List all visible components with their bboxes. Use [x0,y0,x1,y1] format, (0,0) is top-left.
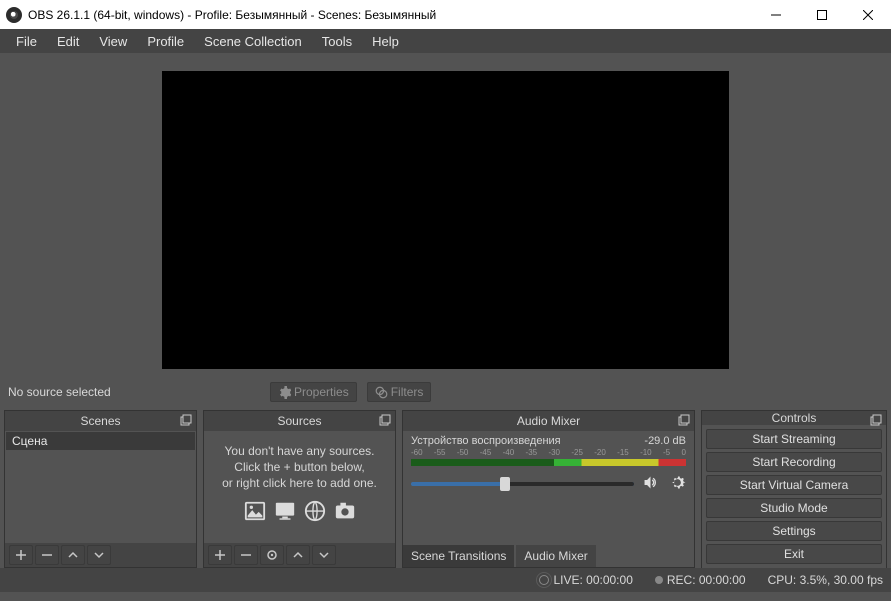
start-streaming-button[interactable]: Start Streaming [706,429,882,449]
gear-icon[interactable] [669,474,686,494]
popout-icon[interactable] [870,414,882,426]
scene-up-button[interactable] [61,545,85,565]
popout-icon[interactable] [379,414,391,426]
status-bar: LIVE: 00:00:00 REC: 00:00:00 CPU: 3.5%, … [0,568,891,592]
sources-empty-line2: Click the + button below, [234,459,364,475]
globe-icon [303,500,327,522]
display-icon [273,500,297,522]
menu-tools[interactable]: Tools [312,34,362,49]
settings-button[interactable]: Settings [706,521,882,541]
source-empty-icons [243,500,357,522]
audio-mixer-dock: Audio Mixer Устройство воспроизведения -… [402,410,695,568]
scene-list-item[interactable]: Сцена [6,432,195,450]
speaker-icon[interactable] [642,474,659,494]
window-titlebar: OBS 26.1.1 (64-bit, windows) - Profile: … [0,0,891,29]
status-cpu: CPU: 3.5%, 30.00 fps [768,573,883,587]
sources-empty-line3: or right click here to add one. [222,475,377,491]
remove-scene-button[interactable] [35,545,59,565]
record-icon [655,576,663,584]
sources-dock: Sources You don't have any sources. Clic… [203,410,396,568]
filters-icon [375,386,388,399]
volume-slider[interactable] [411,482,634,486]
scenes-footer [5,543,196,567]
exit-button[interactable]: Exit [706,544,882,564]
sources-title: Sources [277,414,321,428]
controls-title: Controls [772,411,817,425]
mixer-header[interactable]: Audio Mixer [403,411,694,431]
tab-scene-transitions[interactable]: Scene Transitions [403,545,514,567]
mixer-title: Audio Mixer [517,414,580,428]
gear-icon [278,386,291,399]
filters-button[interactable]: Filters [367,382,432,402]
mixer-track-name: Устройство воспроизведения [411,435,561,447]
mixer-meter [411,459,686,466]
studio-mode-button[interactable]: Studio Mode [706,498,882,518]
preview-area [0,53,891,378]
filters-label: Filters [391,385,424,399]
start-virtual-camera-button[interactable]: Start Virtual Camera [706,475,882,495]
window-title: OBS 26.1.1 (64-bit, windows) - Profile: … [28,8,753,22]
mixer-scale: -60 -55 -50 -45 -40 -35 -30 -25 -20 -15 … [409,448,688,457]
app-icon [6,7,22,23]
image-icon [243,500,267,522]
scenes-title: Scenes [80,414,120,428]
source-toolbar: No source selected Properties Filters [0,378,891,406]
menu-view[interactable]: View [89,34,137,49]
close-button[interactable] [845,0,891,29]
menu-profile[interactable]: Profile [137,34,194,49]
sources-empty-line1: You don't have any sources. [225,443,375,459]
minimize-button[interactable] [753,0,799,29]
sources-footer [204,543,395,567]
add-scene-button[interactable] [9,545,33,565]
source-down-button[interactable] [312,545,336,565]
controls-header[interactable]: Controls [702,411,886,425]
status-rec: REC: 00:00:00 [655,573,746,587]
source-up-button[interactable] [286,545,310,565]
menu-bar: File Edit View Profile Scene Collection … [0,29,891,53]
menu-edit[interactable]: Edit [47,34,89,49]
tab-audio-mixer[interactable]: Audio Mixer [516,545,595,567]
broadcast-icon [539,575,549,585]
status-live: LIVE: 00:00:00 [539,573,632,587]
start-recording-button[interactable]: Start Recording [706,452,882,472]
properties-label: Properties [294,385,349,399]
popout-icon[interactable] [180,414,192,426]
add-source-button[interactable] [208,545,232,565]
menu-help[interactable]: Help [362,34,409,49]
preview-canvas[interactable] [162,71,729,369]
sources-header[interactable]: Sources [204,411,395,431]
scenes-header[interactable]: Scenes [5,411,196,431]
properties-button[interactable]: Properties [270,382,357,402]
scenes-dock: Scenes Сцена [4,410,197,568]
camera-icon [333,500,357,522]
menu-scene-collection[interactable]: Scene Collection [194,34,312,49]
sources-empty-state[interactable]: You don't have any sources. Click the + … [204,431,395,522]
popout-icon[interactable] [678,414,690,426]
menu-file[interactable]: File [6,34,47,49]
mixer-track-db: -29.0 dB [644,435,686,447]
controls-dock: Controls Start Streaming Start Recording… [701,410,887,568]
remove-source-button[interactable] [234,545,258,565]
source-properties-button[interactable] [260,545,284,565]
maximize-button[interactable] [799,0,845,29]
no-source-label: No source selected [4,385,270,399]
scene-down-button[interactable] [87,545,111,565]
